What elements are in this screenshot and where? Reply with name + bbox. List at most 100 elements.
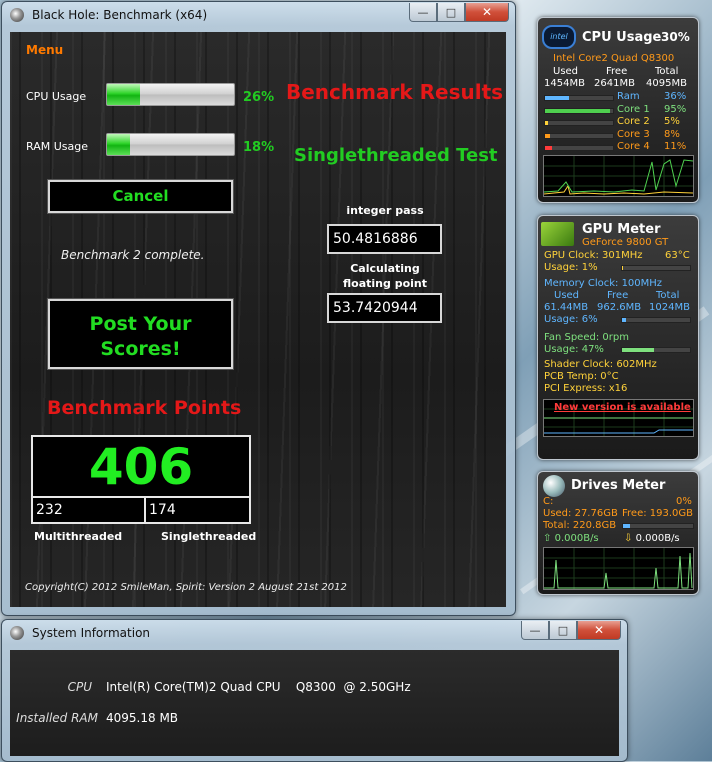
drives-meter-gadget[interactable]: Drives Meter C: 0% Used: 27.76GB Free: 1… — [537, 471, 699, 595]
cpu-row-bar — [544, 107, 614, 114]
drive-write-rate: ⇩ 0.000B/s — [624, 533, 680, 544]
cpu-row-bar-fill — [545, 108, 610, 113]
cpu-usage-bar-fill — [107, 84, 141, 105]
intel-logo-icon: intel — [542, 25, 576, 49]
ram-usage-bar — [106, 133, 235, 156]
drive-write-value: 0.000B/s — [635, 533, 680, 544]
multithreaded-score: 232 — [31, 496, 146, 524]
gpu-usage-bar — [621, 265, 691, 271]
cpu-row-bar-fill — [545, 146, 553, 150]
ram-header-used: Used — [553, 66, 579, 77]
new-version-link[interactable]: New version is available — [554, 402, 691, 413]
cpu-history-chart — [544, 156, 693, 196]
sysinfo-client: CPU Intel(R) Core(TM)2 Quad CPU Q8300 @ … — [10, 650, 619, 756]
installed-ram-value: 4095.18 MB — [106, 711, 179, 725]
drive-total: Total: 220.8GB — [543, 520, 617, 531]
cpu-row-label: Core 1 — [617, 103, 650, 115]
drive-usage-bar-fill — [623, 524, 630, 528]
gpu-meter-gadget[interactable]: GPU Meter GeForce 9800 GT GPU Clock: 301… — [537, 215, 699, 460]
ram-header-total: Total — [655, 66, 679, 77]
cpu-row-value: 8% — [664, 128, 680, 140]
cpu-row-value: 11% — [664, 141, 687, 152]
minimize-icon: — — [529, 623, 541, 637]
cpu-value: Intel(R) Core(TM)2 Quad CPU Q8300 @ 2.50… — [106, 680, 411, 694]
mem-usage: Usage: 6% — [544, 314, 598, 325]
system-information-window: System Information — □ ✕ CPU Intel(R) Co… — [1, 619, 628, 762]
read-arrow-icon: ⇧ — [543, 533, 552, 544]
maximize-button[interactable]: □ — [437, 3, 465, 22]
gpu-temp: 63°C — [665, 250, 690, 261]
maximize-icon: □ — [445, 5, 457, 19]
fan-usage-bar — [621, 347, 691, 353]
benchmark-window: Black Hole: Benchmark (x64) — □ ✕ Menu C… — [1, 1, 516, 616]
drive-activity-graph — [543, 547, 694, 590]
minimize-button[interactable]: — — [409, 3, 437, 22]
drives-gadget-title: Drives Meter — [571, 478, 666, 493]
results-title: Benchmark Results — [286, 80, 504, 104]
singlethreaded-label: Singlethreaded — [161, 530, 257, 543]
gpu-usage: Usage: 1% — [544, 262, 598, 273]
cpu-row-value: 95% — [664, 103, 687, 115]
cpu-usage-label: CPU Usage — [26, 90, 87, 103]
cpu-usage-gadget[interactable]: intel CPU Usage 30% Intel Core2 Quad Q83… — [537, 17, 699, 203]
cpu-row-label: Core 2 — [617, 116, 650, 127]
close-button[interactable]: ✕ — [577, 621, 621, 640]
cpu-usage-bar — [106, 83, 235, 106]
mem-usage-bar-fill — [622, 318, 627, 322]
drive-usage-percent: 0% — [676, 496, 692, 507]
cpu-row-value: 36% — [664, 91, 687, 102]
app-icon — [10, 8, 24, 22]
benchmark-titlebar[interactable]: Black Hole: Benchmark (x64) — □ ✕ — [2, 2, 515, 28]
mem-header-used: Used — [554, 290, 580, 301]
cpu-row-bar-fill — [545, 133, 551, 138]
ram-usage-percent: 18% — [243, 140, 275, 155]
drive-free: Free: 193.0GB — [622, 508, 694, 519]
cpu-gadget-percent: 30% — [661, 30, 690, 44]
minimize-icon: — — [417, 5, 429, 19]
mem-total-value: 1024MB — [649, 302, 690, 313]
memory-clock: Memory Clock: 100MHz — [544, 278, 663, 289]
cpu-row-bar-fill — [545, 121, 549, 125]
mem-free-value: 962.6MB — [597, 302, 642, 313]
cpu-row-bar — [544, 95, 614, 101]
fan-usage: Usage: 47% — [544, 344, 604, 355]
close-icon: ✕ — [593, 623, 605, 637]
fan-usage-bar-fill — [622, 348, 654, 352]
ram-header-free: Free — [606, 66, 628, 77]
gpu-usage-bar-fill — [622, 266, 624, 270]
benchmark-client: Menu CPU Usage 26% RAM Usage 18% Cancel … — [10, 32, 506, 607]
post-scores-label-line1: Post Your — [89, 313, 192, 335]
floating-point-caption: Calculating floating point — [328, 261, 442, 291]
total-score: 406 — [88, 438, 194, 496]
multithreaded-label: Multithreaded — [34, 530, 123, 543]
cpu-row-bar — [544, 132, 614, 139]
sysinfo-titlebar[interactable]: System Information — □ ✕ — [2, 620, 627, 646]
write-arrow-icon: ⇩ — [624, 533, 633, 544]
drive-usage-bar — [622, 523, 694, 529]
post-scores-button[interactable]: Post Your Scores! — [47, 298, 234, 370]
window-title: Black Hole: Benchmark (x64) — [32, 8, 208, 22]
maximize-button[interactable]: □ — [549, 621, 577, 640]
pci-express: PCI Express: x16 — [544, 383, 628, 394]
minimize-button[interactable]: — — [521, 621, 549, 640]
cancel-button[interactable]: Cancel — [47, 179, 234, 214]
drive-letter: C: — [543, 496, 554, 507]
nvidia-logo-icon — [541, 222, 574, 246]
cpu-gadget-title: CPU Usage — [582, 30, 662, 45]
cpu-history-graph — [543, 155, 694, 197]
app-icon — [10, 626, 24, 640]
total-score-box: 406 — [31, 435, 251, 498]
mem-header-total: Total — [656, 290, 680, 301]
menu[interactable]: Menu — [26, 43, 63, 57]
shader-clock: Shader Clock: 602MHz — [544, 359, 657, 370]
close-button[interactable]: ✕ — [465, 3, 509, 22]
floating-point-caption-line1: Calculating — [350, 262, 420, 275]
ram-usage-bar-fill — [107, 134, 130, 155]
integer-pass-caption: integer pass — [346, 204, 424, 217]
ram-used-value: 1454MB — [544, 78, 585, 89]
cpu-row-label: Core 3 — [617, 128, 650, 140]
mem-header-free: Free — [607, 290, 629, 301]
status-text: Benchmark 2 complete. — [61, 248, 205, 262]
fan-speed: Fan Speed: 0rpm — [544, 332, 629, 343]
gpu-model: GeForce 9800 GT — [582, 237, 669, 248]
